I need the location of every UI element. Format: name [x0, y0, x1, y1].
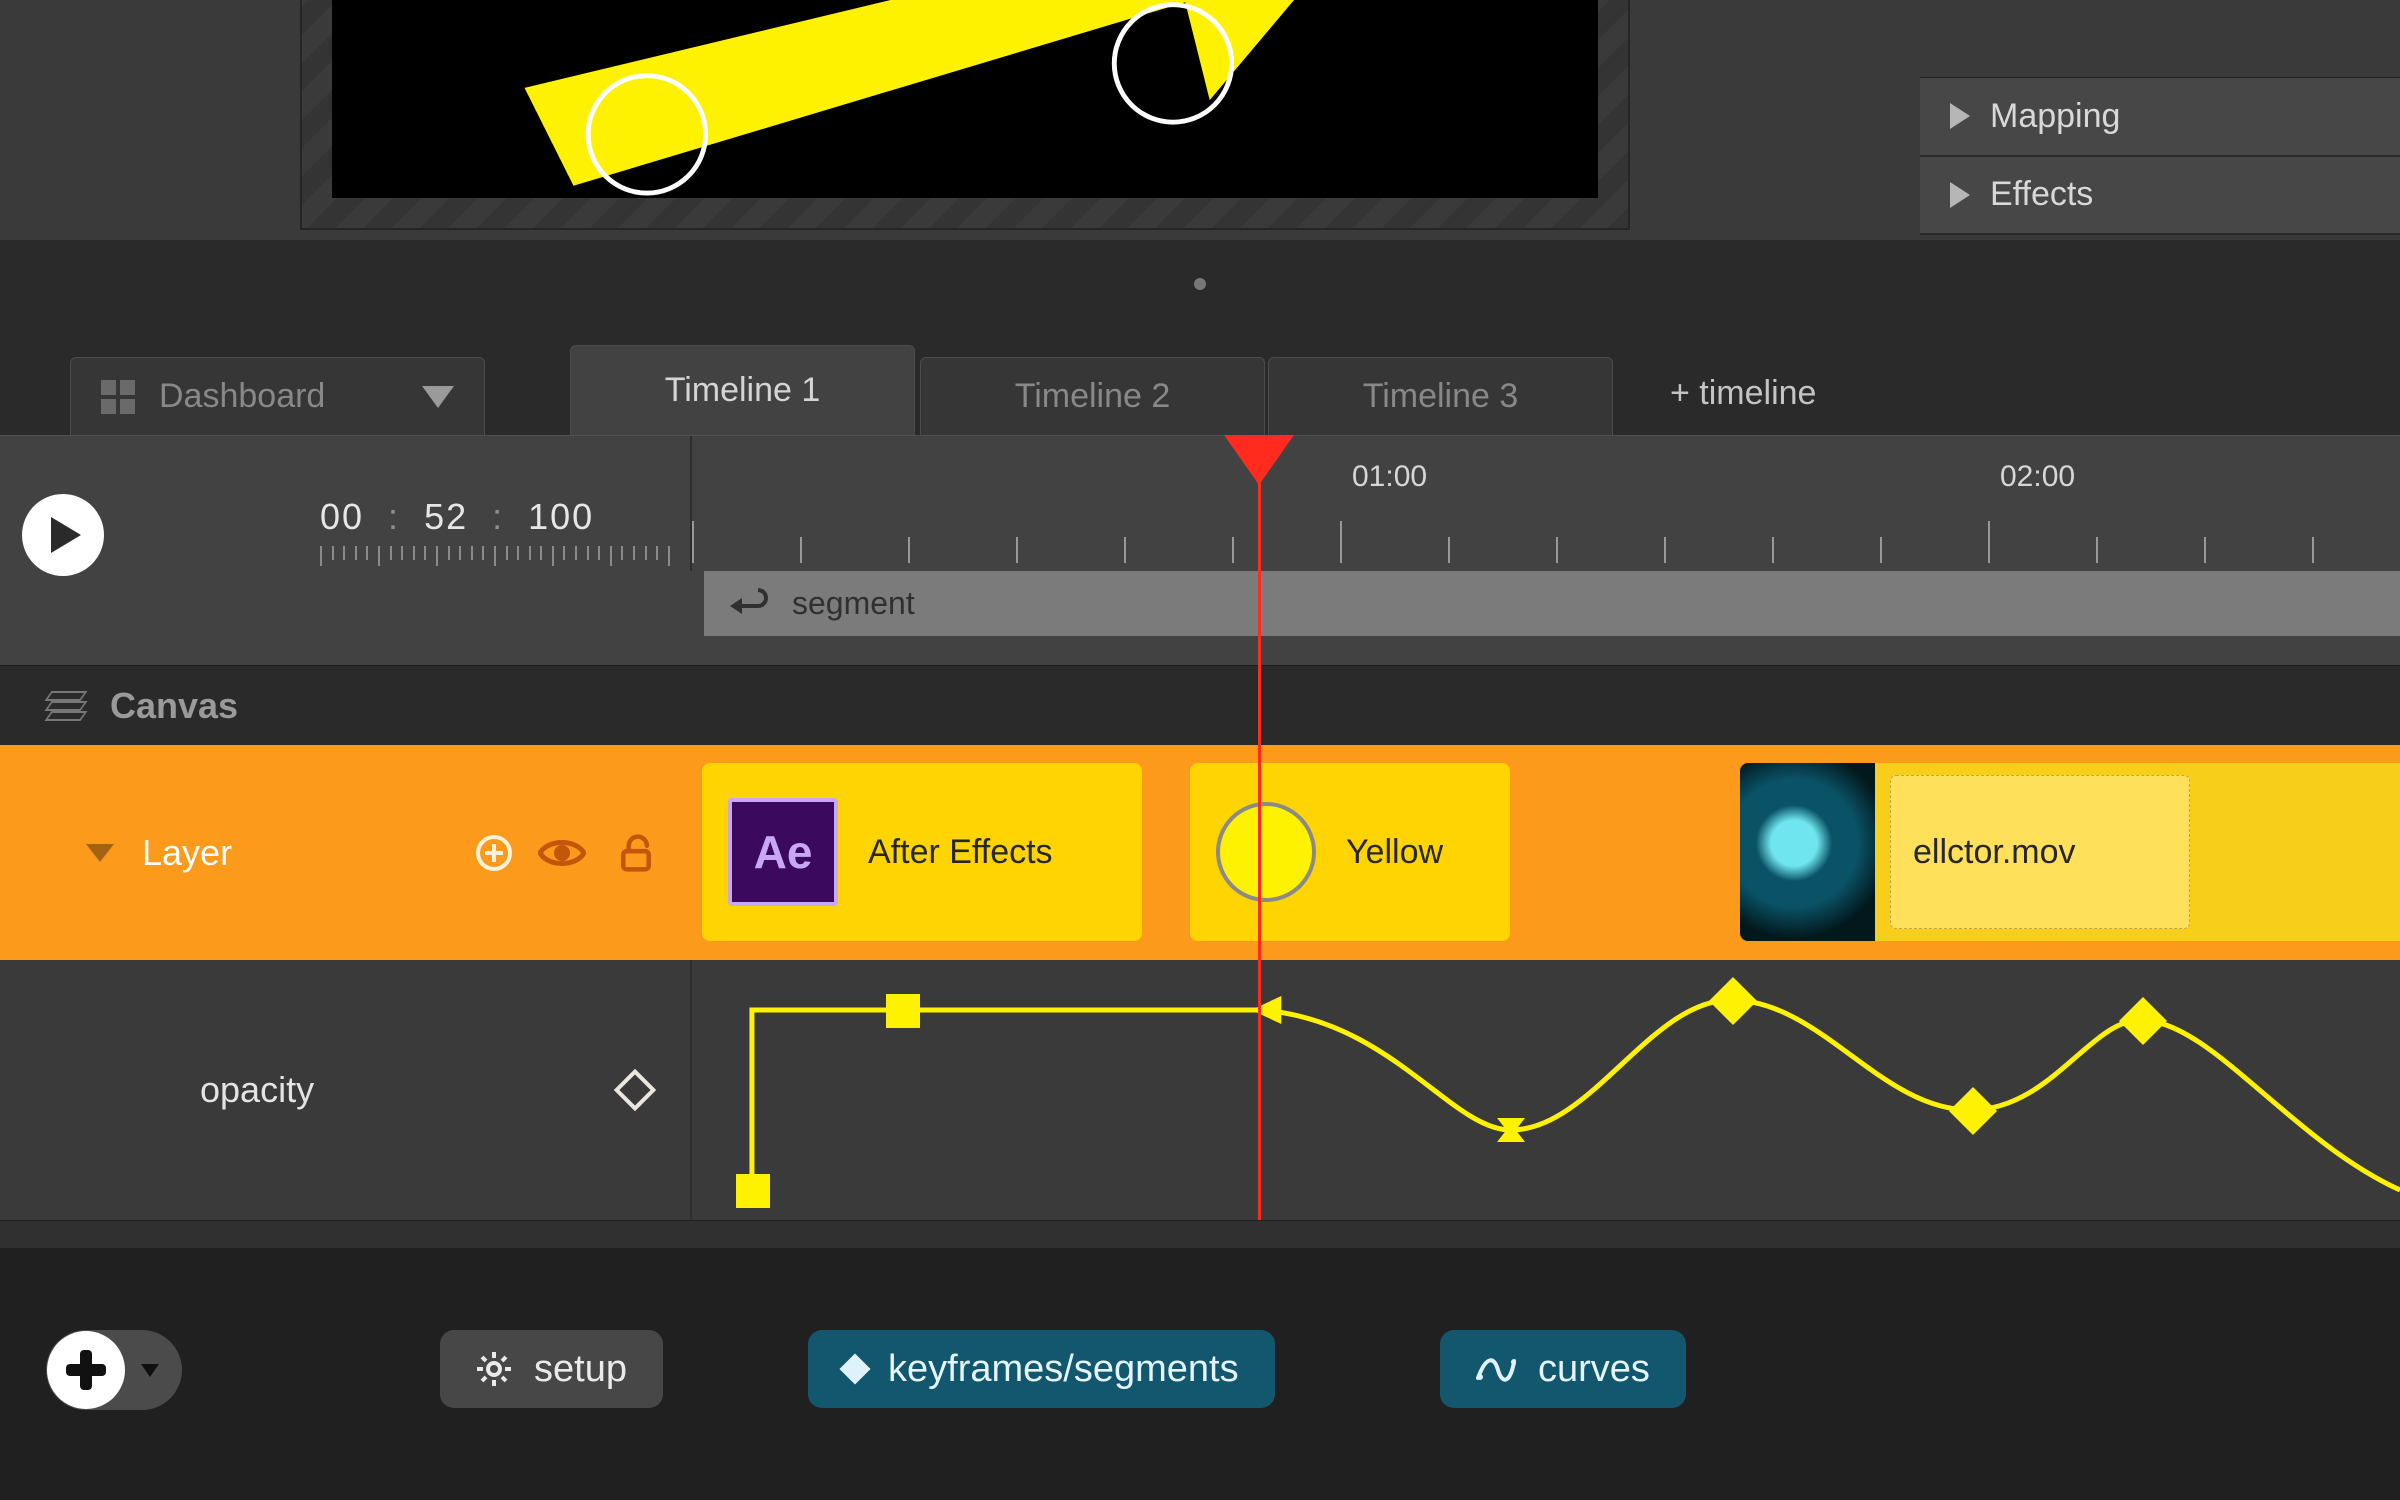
- canvas-header[interactable]: Canvas: [0, 665, 2400, 745]
- tab-dashboard[interactable]: Dashboard: [70, 357, 485, 435]
- color-swatch-icon: [1216, 802, 1316, 902]
- layers-icon: [48, 691, 84, 721]
- tab-timeline-1-label: Timeline 1: [665, 371, 821, 410]
- keyframes-segments-button[interactable]: keyframes/segments: [808, 1330, 1275, 1408]
- add-clip-button[interactable]: [476, 835, 512, 871]
- disclosure-down-icon[interactable]: [86, 844, 114, 862]
- timecode-frames: 100: [528, 496, 594, 538]
- page-indicator-dot[interactable]: [1194, 278, 1206, 290]
- timecode-sep: :: [492, 496, 504, 538]
- layer-clips: Ae After Effects Yellow ellctor.mov: [690, 745, 2400, 960]
- property-row-head: opacity: [0, 960, 690, 1220]
- add-menu-button[interactable]: [46, 1330, 182, 1410]
- plus-icon: [47, 1331, 125, 1409]
- pager-strip: [0, 240, 2400, 335]
- preview-region: Mapping Effects: [0, 0, 2400, 240]
- keyframe-square[interactable]: [736, 1174, 770, 1208]
- play-icon: [51, 517, 81, 553]
- keyframe-icon: [839, 1353, 870, 1384]
- timecode-ticks: [320, 546, 670, 566]
- divider-strip: [0, 1220, 2400, 1248]
- tab-timeline-2[interactable]: Timeline 2: [920, 357, 1265, 435]
- clip-yellow-label: Yellow: [1346, 833, 1443, 872]
- lock-toggle[interactable]: [612, 833, 660, 873]
- layer-name[interactable]: Layer: [142, 832, 232, 874]
- panel-mapping[interactable]: Mapping: [1920, 78, 2400, 156]
- add-timeline-button[interactable]: + timeline: [1670, 374, 1816, 413]
- bottom-toolbar: setup keyframes/segments curves: [0, 1248, 2400, 1500]
- segment-label: segment: [792, 585, 915, 622]
- inspector-panels: Mapping Effects: [1920, 0, 2400, 235]
- playhead[interactable]: [1258, 435, 1261, 1220]
- timecode-display[interactable]: 00 : 52 : 100: [320, 496, 594, 538]
- setup-button-label: setup: [534, 1348, 627, 1391]
- timecode-minutes: 52: [424, 496, 468, 538]
- clip-thumbnail: [1740, 763, 1875, 941]
- panel-effects-label: Effects: [1990, 175, 2093, 214]
- segment-loop-icon: [730, 588, 770, 620]
- clip-after-effects-label: After Effects: [868, 833, 1053, 872]
- panel-effects[interactable]: Effects: [1920, 157, 2400, 235]
- panel-mapping-label: Mapping: [1990, 97, 2120, 136]
- tabs-row: Dashboard Timeline 1 Timeline 2 Timeline…: [0, 335, 2400, 435]
- tab-timeline-2-label: Timeline 2: [1015, 377, 1171, 416]
- ruler-label-1: 01:00: [1352, 460, 1427, 494]
- dashboard-icon: [101, 380, 135, 414]
- preview-canvas[interactable]: [332, 0, 1598, 198]
- keyframes-segments-label: keyframes/segments: [888, 1348, 1239, 1391]
- disclosure-right-icon: [1950, 103, 1970, 129]
- segment-bar[interactable]: segment: [704, 571, 2400, 636]
- clip-ellctor[interactable]: ellctor.mov: [1740, 763, 2400, 941]
- dropdown-icon: [141, 1364, 159, 1377]
- curve-area[interactable]: [690, 960, 2400, 1220]
- curves-button[interactable]: curves: [1440, 1330, 1686, 1408]
- tab-timeline-3[interactable]: Timeline 3: [1268, 357, 1613, 435]
- layer-row: Layer Ae After Effects Yellow ellctor.mo…: [0, 745, 2400, 960]
- transport-header: 00 : 52 : 100 01:00 02:00 segment: [0, 435, 2400, 665]
- gear-icon: [476, 1351, 512, 1387]
- inspector-gap: [1920, 0, 2400, 78]
- ruler-label-2: 02:00: [2000, 460, 2075, 494]
- timecode-sep: :: [388, 496, 400, 538]
- time-ruler[interactable]: 01:00 02:00: [690, 436, 2400, 571]
- clip-ellctor-label: ellctor.mov: [1913, 833, 2076, 872]
- clip-after-effects[interactable]: Ae After Effects: [702, 763, 1142, 941]
- preview-yellow-arrow: [332, 0, 1598, 198]
- visibility-toggle[interactable]: [538, 833, 586, 873]
- dropdown-icon[interactable]: [422, 386, 454, 408]
- property-row-opacity: opacity: [0, 960, 2400, 1220]
- canvas-title: Canvas: [110, 685, 238, 727]
- curve-icon: [1476, 1354, 1516, 1384]
- play-button[interactable]: [22, 494, 104, 576]
- add-keyframe-button[interactable]: [614, 1069, 656, 1111]
- curves-button-label: curves: [1538, 1348, 1650, 1391]
- tab-timeline-1[interactable]: Timeline 1: [570, 345, 915, 435]
- tab-timeline-3-label: Timeline 3: [1363, 377, 1519, 416]
- clip-ellctor-inner: ellctor.mov: [1890, 775, 2190, 929]
- property-name[interactable]: opacity: [200, 1069, 314, 1111]
- layer-row-head: Layer: [0, 745, 690, 960]
- setup-button[interactable]: setup: [440, 1330, 663, 1408]
- preview-canvas-frame: [300, 0, 1630, 230]
- keyframe-square[interactable]: [886, 994, 920, 1028]
- clip-yellow[interactable]: Yellow: [1190, 763, 1510, 941]
- disclosure-right-icon: [1950, 182, 1970, 208]
- timecode-hours: 00: [320, 496, 364, 538]
- ae-badge-icon: Ae: [728, 798, 838, 906]
- tab-dashboard-label: Dashboard: [159, 377, 325, 416]
